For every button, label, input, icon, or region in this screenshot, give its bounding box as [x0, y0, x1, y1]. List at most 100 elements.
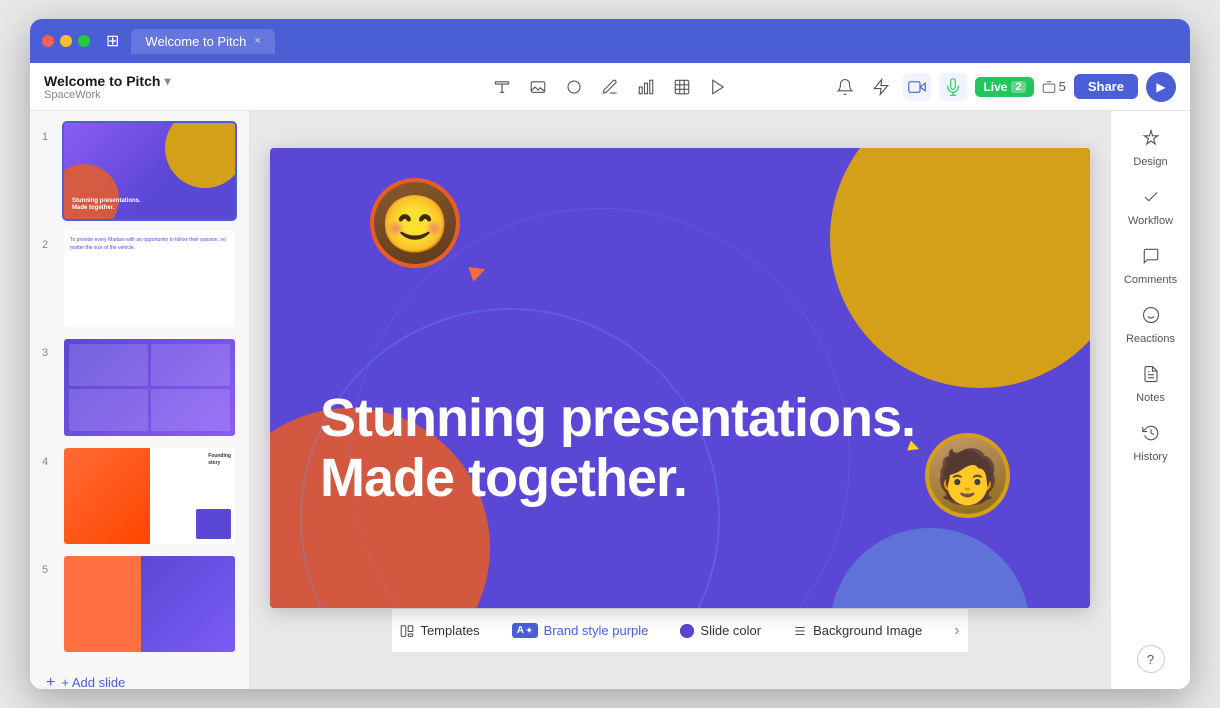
toolbar-left: Welcome to Pitch ▾ SpaceWork — [44, 73, 170, 101]
toolbar: Welcome to Pitch ▾ SpaceWork — [30, 63, 1190, 111]
design-panel-button[interactable]: Design — [1117, 121, 1185, 176]
slide-thumb-3[interactable] — [62, 337, 237, 437]
brand-badge: A ✦ — [512, 623, 538, 638]
live-badge[interactable]: Live 2 — [975, 77, 1033, 97]
image-tool-icon[interactable] — [524, 73, 552, 101]
slide-thumb-inner-5 — [64, 556, 235, 652]
slide-panel: 1 Stunning presentations.Made together. … — [30, 111, 250, 689]
slide-canvas[interactable]: ▶ ▶ Stunning presentations. Made togethe… — [270, 148, 1090, 608]
slide-number-5: 5 — [42, 564, 54, 576]
slide-thumb-5[interactable] — [62, 554, 237, 654]
avatar-1 — [370, 178, 460, 268]
circle-blue-fill — [830, 528, 1030, 608]
comments-panel-button[interactable]: Comments — [1117, 239, 1185, 294]
slide-number-1: 1 — [42, 131, 54, 143]
reactions-label: Reactions — [1126, 333, 1175, 345]
slide-background: ▶ ▶ Stunning presentations. Made togethe… — [270, 148, 1090, 608]
draw-tool-icon[interactable] — [596, 73, 624, 101]
slide-number-4: 4 — [42, 456, 54, 468]
slide-item-1[interactable]: 1 Stunning presentations.Made together. — [42, 121, 237, 221]
minimize-traffic-light[interactable] — [60, 35, 72, 47]
share-button[interactable]: Share — [1074, 74, 1138, 99]
live-label: Live — [983, 80, 1007, 94]
filename-chevron: ▾ — [164, 74, 170, 88]
comments-label: Comments — [1124, 274, 1177, 286]
history-panel-button[interactable]: History — [1117, 416, 1185, 471]
slide-item-3[interactable]: 3 — [42, 337, 237, 437]
slide-color-button[interactable]: Slide color — [672, 619, 769, 642]
media-tool-icon[interactable] — [704, 73, 732, 101]
notes-icon — [1142, 365, 1160, 388]
active-tab[interactable]: Welcome to Pitch × — [131, 29, 274, 54]
title-bar: ⊞ Welcome to Pitch × — [30, 19, 1190, 63]
design-icon — [1142, 129, 1160, 152]
app-window: ⊞ Welcome to Pitch × Welcome to Pitch ▾ … — [30, 19, 1190, 689]
slide-color-label: Slide color — [700, 623, 761, 638]
more-options-button[interactable]: › — [946, 618, 967, 644]
templates-label: Templates — [420, 623, 479, 638]
help-button[interactable]: ? — [1137, 645, 1165, 673]
shape-tool-icon[interactable] — [560, 73, 588, 101]
zap-icon[interactable] — [867, 73, 895, 101]
workflow-label: Workflow — [1128, 215, 1173, 227]
add-slide-label: + Add slide — [61, 675, 125, 689]
comments-icon — [1142, 247, 1160, 270]
design-label: Design — [1133, 156, 1167, 168]
slide-item-2[interactable]: 2 To provide every Martian with an oppor… — [42, 229, 237, 329]
templates-button[interactable]: Templates — [392, 619, 487, 642]
slide-number-2: 2 — [42, 239, 54, 251]
main-content: 1 Stunning presentations.Made together. … — [30, 111, 1190, 689]
close-traffic-light[interactable] — [42, 35, 54, 47]
add-slide-icon: + — [46, 674, 55, 689]
play-button[interactable]: ▶ — [1146, 72, 1176, 102]
camera-icon[interactable] — [903, 73, 931, 101]
filename-label[interactable]: Welcome to Pitch ▾ — [44, 73, 170, 89]
slide-thumb-inner-4: Foundingstory — [64, 448, 235, 544]
history-icon — [1142, 424, 1160, 447]
notes-label: Notes — [1136, 392, 1165, 404]
slide-headline: Stunning presentations. Made together. — [320, 389, 1040, 508]
workflow-panel-button[interactable]: Workflow — [1117, 180, 1185, 235]
mic-icon[interactable] — [939, 73, 967, 101]
right-panel: Design Workflow Comments Reactions — [1110, 111, 1190, 689]
slide-thumb-1[interactable]: Stunning presentations.Made together. — [62, 121, 237, 221]
background-image-button[interactable]: Background Image — [785, 619, 930, 642]
slide-thumb-inner-3 — [64, 339, 235, 435]
reactions-icon — [1142, 306, 1160, 329]
reactions-panel-button[interactable]: Reactions — [1117, 298, 1185, 353]
slide-thumb-4[interactable]: Foundingstory — [62, 446, 237, 546]
slide-item-4[interactable]: 4 Foundingstory — [42, 446, 237, 546]
circle-gold — [830, 148, 1090, 388]
toolbar-center — [488, 73, 732, 101]
workspace-label: SpaceWork — [44, 89, 170, 101]
chevron-label: › — [954, 622, 959, 640]
slide-thumb-inner-1: Stunning presentations.Made together. — [64, 123, 235, 219]
bell-icon[interactable] — [831, 73, 859, 101]
text-tool-icon[interactable] — [488, 73, 516, 101]
slide-thumb-inner-2: To provide every Martian with an opportu… — [64, 231, 235, 327]
add-slide-button[interactable]: + + Add slide — [42, 666, 237, 689]
traffic-lights — [42, 35, 90, 47]
headline-line-2: Made together. — [320, 449, 1040, 508]
brand-label: Brand style purple — [544, 623, 649, 638]
background-label: Background Image — [813, 623, 922, 638]
slide-count-number: 5 — [1059, 79, 1066, 94]
maximize-traffic-light[interactable] — [78, 35, 90, 47]
live-count: 2 — [1011, 81, 1025, 93]
slides-count: 5 — [1042, 79, 1066, 94]
slide-thumb-2[interactable]: To provide every Martian with an opportu… — [62, 229, 237, 329]
notes-panel-button[interactable]: Notes — [1117, 357, 1185, 412]
tab-close-button[interactable]: × — [254, 35, 260, 47]
table-tool-icon[interactable] — [668, 73, 696, 101]
filename-text: Welcome to Pitch — [44, 73, 160, 89]
grid-icon: ⊞ — [106, 31, 119, 51]
toolbar-right: Live 2 5 Share ▶ — [831, 72, 1176, 102]
chart-tool-icon[interactable] — [632, 73, 660, 101]
slide-number-3: 3 — [42, 347, 54, 359]
avatar-face-1 — [374, 182, 456, 264]
color-dot — [680, 624, 694, 638]
brand-style-button[interactable]: A ✦ Brand style purple — [504, 619, 657, 642]
workflow-icon — [1142, 188, 1160, 211]
canvas-area: ▶ ▶ Stunning presentations. Made togethe… — [250, 111, 1110, 689]
slide-item-5[interactable]: 5 — [42, 554, 237, 654]
